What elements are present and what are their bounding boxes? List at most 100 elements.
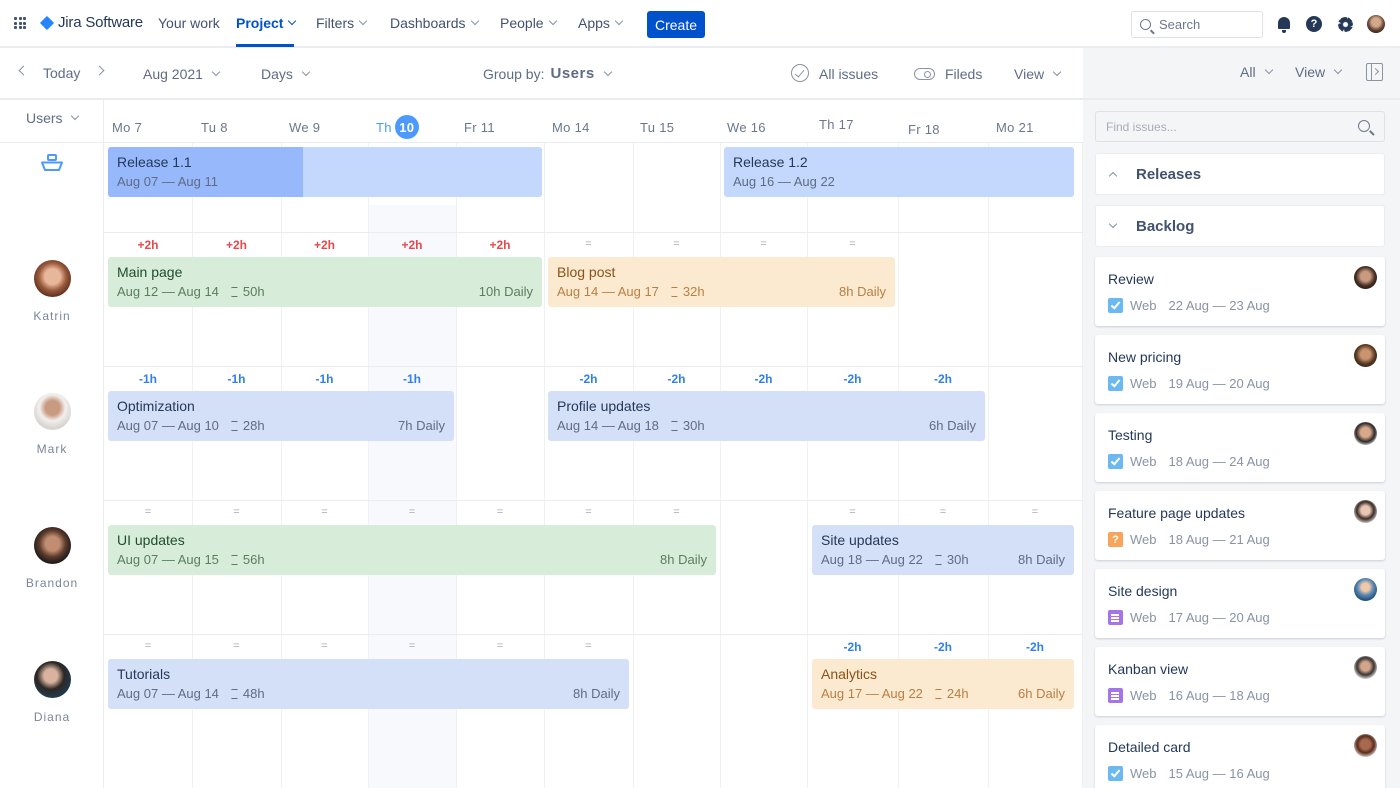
capacity-indicator: -1h [139,372,157,386]
group-by-value: Users [550,65,595,82]
view-select[interactable]: View [1014,66,1062,82]
next-period-button[interactable] [94,65,105,76]
task-estimate: 48h [230,686,265,701]
card-meta: Web 18 Aug — 24 Aug [1108,454,1270,469]
task-bar[interactable]: Profile updates Aug 14 — Aug 18 30h 6h Dail… [548,391,985,441]
card-project: Web [1130,610,1157,625]
all-issues-filter[interactable]: All issues [791,64,878,82]
card-project: Web [1130,766,1157,781]
find-issues-input[interactable] [1106,120,1346,134]
chevron-down-icon [603,67,612,76]
fields-label: Fileds [945,66,983,82]
nav-people[interactable]: People [500,15,557,31]
create-button[interactable]: Create [647,11,705,38]
capacity-indicator: = [1031,506,1039,518]
release-ship-icon [41,154,63,171]
card-project: Web [1130,454,1157,469]
fields-toggle[interactable]: Fileds [914,66,982,82]
group-column-select[interactable]: Users [26,110,79,126]
global-search-input[interactable]: Search [1131,11,1263,38]
chevron-down-icon [1333,65,1343,75]
backlog-card[interactable]: Site design Web 17 Aug — 20 Aug [1095,569,1385,638]
assignee-avatar[interactable] [1354,266,1377,289]
card-title: Testing [1108,427,1153,443]
settings-button[interactable] [1336,15,1354,33]
today-button[interactable]: Today [43,65,80,81]
chevron-down-icon [70,111,79,121]
user-row-header: Diana [0,661,104,724]
month-select[interactable]: Aug 2021 [143,66,221,82]
nav-dashboards[interactable]: Dashboards [390,15,479,31]
month-value: Aug 2021 [143,66,203,82]
nav-your-work[interactable]: Your work [158,15,220,31]
card-dates: 18 Aug — 21 Aug [1168,532,1270,547]
backlog-card[interactable]: Testing Web 18 Aug — 24 Aug [1095,413,1385,482]
hourglass-icon [934,555,942,565]
capacity-indicator: -2h [843,640,862,654]
task-bar[interactable]: Analytics Aug 17 — Aug 22 24h 6h Daily [812,659,1074,709]
profile-avatar[interactable] [1367,15,1385,33]
task-bar[interactable]: Site updates Aug 18 — Aug 22 30h 8h Daily [812,525,1074,575]
task-meta: Aug 18 — Aug 22 30h [821,552,969,567]
brand-name: Jira Software [58,14,143,31]
find-issues-field[interactable] [1095,111,1385,142]
backlog-card[interactable]: Review Web 22 Aug — 23 Aug [1095,257,1385,326]
prev-period-button[interactable] [18,65,29,76]
panel-view-select[interactable]: View [1295,64,1343,80]
assignee-avatar[interactable] [1354,656,1377,679]
day-label: Mo 14 [552,120,590,135]
task-bar[interactable]: Tutorials Aug 07 — Aug 14 48h 8h Daily [108,659,629,709]
section-backlog[interactable]: Backlog [1095,205,1385,247]
task-estimate: 56h [230,552,265,567]
nav-apps[interactable]: Apps [578,15,624,31]
task-bar[interactable]: UI updates Aug 07 — Aug 15 56h 8h Daily [108,525,716,575]
backlog-card[interactable]: New pricing Web 19 Aug — 20 Aug [1095,335,1385,404]
task-daily: 6h Daily [929,418,976,433]
day-label: Th [376,119,392,135]
assignee-avatar[interactable] [1354,578,1377,601]
hourglass-icon [230,287,238,297]
chevron-right-icon [94,65,105,76]
backlog-card[interactable]: Detailed card Web 15 Aug — 16 Aug [1095,725,1385,788]
section-releases[interactable]: Releases [1095,153,1385,195]
task-dates: Aug 07 — Aug 14 [117,686,219,701]
estimate-value: 24h [946,686,969,701]
task-bar[interactable]: Optimization Aug 07 — Aug 10 28h 7h Daily [108,391,454,441]
capacity-indicator: = [939,506,947,518]
filter-select[interactable]: All [1240,64,1273,80]
day-header: Mo 14 [552,120,590,135]
task-bar[interactable]: Blog post Aug 14 — Aug 17 32h 8h Daily [548,257,895,307]
capacity-indicator: +2h [489,238,511,252]
card-meta: Web 16 Aug — 18 Aug [1108,688,1270,703]
assignee-avatar[interactable] [1354,734,1377,757]
release-bar[interactable]: Release 1.2 Aug 16 — Aug 22 [724,147,1074,197]
day-header: Mo 21 [996,120,1034,135]
question-icon: ? [1108,532,1123,547]
card-dates: 16 Aug — 18 Aug [1168,688,1270,703]
group-by-select[interactable]: Group by: Users [483,65,612,82]
jira-logo[interactable]: Jira Software [39,14,143,31]
card-project: Web [1130,376,1157,391]
task-title: Tutorials [117,666,171,682]
assignee-avatar[interactable] [1354,422,1377,445]
assignee-avatar[interactable] [1354,344,1377,367]
panel-view-label: View [1295,64,1326,80]
collapse-panel-icon[interactable] [1366,63,1383,81]
app-switcher-icon[interactable] [14,17,26,29]
hourglass-icon [230,555,238,565]
group-by-label: Group by: [483,65,545,82]
assignee-avatar[interactable] [1354,500,1377,523]
scale-select[interactable]: Days [261,66,311,82]
backlog-card[interactable]: Feature page updates? Web 18 Aug — 21 Aug [1095,491,1385,560]
nav-filters[interactable]: Filters [316,15,368,31]
task-bar[interactable]: Main page Aug 12 — Aug 14 50h 10h Daily [108,257,542,307]
nav-project[interactable]: Project [236,15,297,31]
chevron-up-icon [1108,171,1118,181]
help-button[interactable]: ? [1305,15,1323,33]
today-badge: 10 [394,115,419,139]
release-bar[interactable]: Release 1.1 Aug 07 — Aug 11 [108,147,542,197]
estimate-value: 28h [242,418,265,433]
notifications-button[interactable] [1275,15,1293,33]
day-header: Fr 18 [908,122,940,137]
backlog-card[interactable]: Kanban view Web 16 Aug — 18 Aug [1095,647,1385,716]
